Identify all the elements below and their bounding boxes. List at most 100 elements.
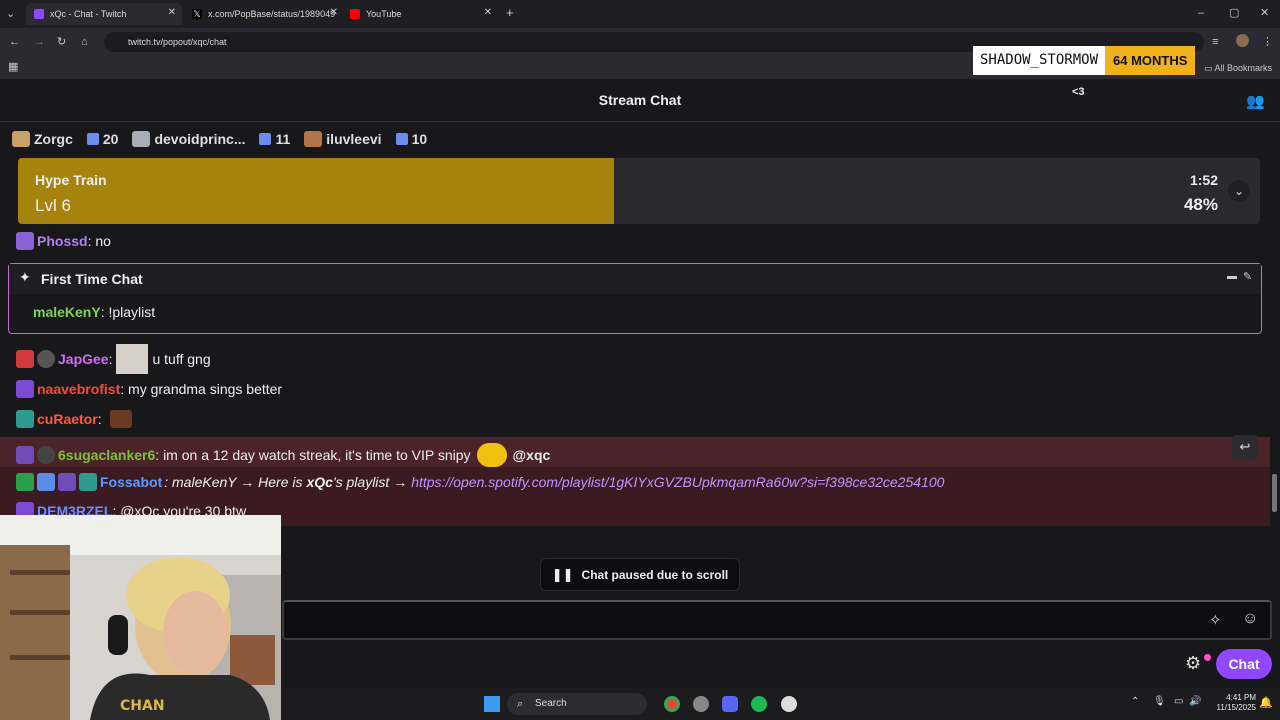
clock-date: 11/15/2025 xyxy=(1216,703,1256,712)
chat-username[interactable]: naavebrofist xyxy=(37,381,120,397)
microphone-icon[interactable]: 🎙 xyxy=(1153,696,1166,707)
volume-icon[interactable]: 🔊 xyxy=(1189,696,1201,707)
leaderboard-entry[interactable]: devoidprinc... xyxy=(132,131,245,147)
close-tab-icon[interactable]: ✕ xyxy=(484,7,492,18)
chat-mention[interactable]: @xqc xyxy=(513,447,551,463)
reload-icon[interactable]: ↻ xyxy=(57,35,66,49)
leaderboard-count-value: 10 xyxy=(411,131,428,147)
playlist-link[interactable]: https://open.spotify.com/playlist/1gKIYx… xyxy=(411,474,944,490)
emote-image xyxy=(109,410,132,428)
leaderboard-count: 11 xyxy=(259,131,290,147)
close-tab-icon[interactable]: ✕ xyxy=(330,7,338,18)
chat-username[interactable]: JapGee xyxy=(58,351,109,367)
menu-icon[interactable]: ⋮ xyxy=(1262,35,1273,49)
chat-message: naavebrofist : my grandma sings better xyxy=(16,380,282,398)
notification-bell-icon[interactable]: 🔔 xyxy=(1259,696,1273,709)
pause-icon: ❚❚ xyxy=(551,566,574,582)
extensions-icon[interactable]: ≡ xyxy=(1212,35,1218,49)
forward-icon[interactable]: → xyxy=(34,35,45,49)
tab-title: x.com/PopBase/status/1989049 xyxy=(208,9,336,19)
profile-avatar-icon[interactable] xyxy=(1236,34,1249,47)
taskbar-clock[interactable]: 4:41 PM 11/15/2025 xyxy=(1217,693,1256,713)
window-close-icon[interactable]: ✕ xyxy=(1260,6,1269,20)
reply-icon[interactable]: ↩ xyxy=(1232,435,1258,459)
sub-badge-icon xyxy=(16,350,34,368)
first-time-chat-title: First Time Chat xyxy=(41,271,143,287)
gift-rank-icon xyxy=(304,131,323,147)
tab-youtube[interactable]: YouTube ✕ xyxy=(342,3,498,25)
gift-icon xyxy=(259,133,272,145)
community-icon[interactable]: 👥 xyxy=(1246,92,1265,110)
new-tab-icon[interactable]: + xyxy=(506,6,514,20)
shirt-graphic: CHAN xyxy=(120,698,165,714)
chat-text: 's playlist → xyxy=(332,474,408,490)
tray-chevron-icon[interactable]: ⌃ xyxy=(1131,696,1139,707)
bits-icon[interactable]: ✧ xyxy=(1209,611,1222,629)
leaderboard-entry[interactable]: Zorgc xyxy=(12,131,73,147)
sub-badge-icon xyxy=(16,446,34,464)
gift-icon xyxy=(395,133,408,145)
network-icon[interactable]: ▭ xyxy=(1174,696,1183,707)
chat-text: : xyxy=(97,411,102,427)
chat-username[interactable]: cuRaetor xyxy=(37,411,98,427)
leaderboard-entry[interactable]: iluvleevi xyxy=(304,131,382,147)
tab-twitch-chat[interactable]: xQc - Chat - Twitch ✕ xyxy=(26,3,182,25)
app-icon[interactable] xyxy=(693,696,709,712)
chevron-down-icon[interactable]: ⌄ xyxy=(1228,180,1250,202)
hype-train-progress xyxy=(18,158,615,224)
hype-train-percent: 48% xyxy=(1183,195,1218,214)
tab-x-post[interactable]: 𝕏 x.com/PopBase/status/1989049 ✕ xyxy=(184,3,344,25)
all-bookmarks-button[interactable]: ▭ All Bookmarks xyxy=(1204,61,1272,75)
tab-list-icon[interactable]: ⌄ xyxy=(6,7,15,21)
chat-text: : no xyxy=(87,233,111,249)
chat-input-field[interactable]: ✧ ☺ xyxy=(282,600,1272,640)
gift-rank-icon xyxy=(132,131,151,147)
spotify-app-icon[interactable] xyxy=(751,696,767,712)
taskbar-search-label: Search xyxy=(535,698,567,709)
maximize-icon[interactable]: ▢ xyxy=(1229,6,1239,20)
apps-grid-icon[interactable]: ▦ xyxy=(8,60,18,74)
chat-text: : !playlist xyxy=(100,304,156,320)
minimize-icon[interactable]: – xyxy=(1198,6,1204,20)
webcam-image: CHAN xyxy=(0,515,281,720)
chat-paused-button[interactable]: ❚❚ Chat paused due to scroll xyxy=(540,558,740,591)
hype-train-banner[interactable]: Hype Train Lvl 6 1:52 48% ⌄ xyxy=(18,158,1260,224)
sub-badge-icon xyxy=(58,473,76,491)
scroll-thumb[interactable] xyxy=(1272,474,1277,512)
chat-username[interactable]: Fossabot xyxy=(100,474,162,490)
chat-separator: : xyxy=(108,351,113,367)
search-icon: ⌕ xyxy=(517,698,524,710)
windows-start-icon[interactable] xyxy=(484,696,500,712)
gear-icon[interactable]: ⚙ xyxy=(1185,653,1201,674)
chat-username[interactable]: 6sugaclanker6 xyxy=(58,447,155,463)
chat-username[interactable]: Phossd xyxy=(37,233,88,249)
chrome-app-icon[interactable] xyxy=(664,696,680,712)
url-text: twitch.tv/popout/xqc/chat xyxy=(128,37,227,47)
chat-messages[interactable]: Hype Train Lvl 6 1:52 48% ⌄ Phossd : no … xyxy=(0,156,1270,526)
emote-picker-icon[interactable]: ☺ xyxy=(1242,610,1258,628)
chat-scrollbar[interactable] xyxy=(1270,156,1280,526)
chat-title: Stream Chat xyxy=(598,92,682,108)
home-icon[interactable]: ⌂ xyxy=(81,35,88,49)
emote-image xyxy=(476,443,507,467)
back-icon[interactable]: ← xyxy=(9,35,20,49)
gift-icon xyxy=(86,133,99,145)
clock-time: 4:41 PM xyxy=(1226,693,1256,702)
app-icon[interactable] xyxy=(781,696,797,712)
chat-message: maleKenY : !playlist xyxy=(33,304,155,320)
tab-title: xQc - Chat - Twitch xyxy=(50,9,127,19)
leaderboard-count-value: 20 xyxy=(102,131,119,147)
close-tab-icon[interactable]: ✕ xyxy=(168,7,176,18)
all-bookmarks-label: All Bookmarks xyxy=(1214,63,1273,73)
chat-send-button[interactable]: Chat xyxy=(1216,649,1272,679)
browser-tab-bar: ⌄ xQc - Chat - Twitch ✕ 𝕏 x.com/PopBase/… xyxy=(0,0,1280,28)
tag-icon[interactable]: ▬ xyxy=(1227,271,1237,282)
first-time-chat-header: ✦ First Time Chat ▬ ✎ xyxy=(9,264,1261,294)
discord-app-icon[interactable] xyxy=(722,696,738,712)
leaderboard-count-value: 11 xyxy=(275,131,291,147)
chat-header: Stream Chat 👥 xyxy=(0,80,1280,122)
taskbar-search[interactable]: ⌕ Search xyxy=(507,693,647,715)
chat-username[interactable]: maleKenY xyxy=(33,304,101,320)
windows-taskbar: ⌕ Search ⌃ 🎙 ▭ 🔊 4:41 PM 11/15/2025 🔔 xyxy=(281,688,1280,720)
pencil-icon[interactable]: ✎ xyxy=(1243,270,1252,283)
